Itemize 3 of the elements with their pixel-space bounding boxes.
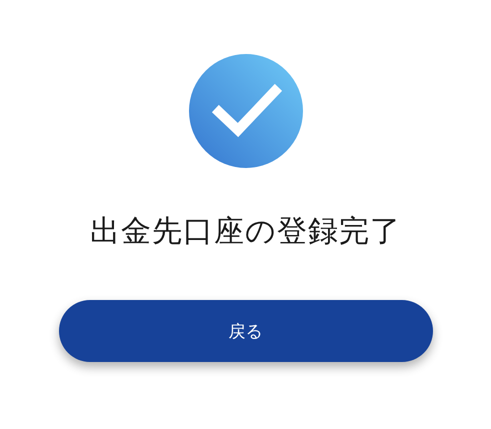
success-check-icon [188, 54, 302, 168]
completion-title: 出金先口座の登録完了 [90, 213, 401, 251]
back-button[interactable]: 戻る [58, 300, 432, 362]
